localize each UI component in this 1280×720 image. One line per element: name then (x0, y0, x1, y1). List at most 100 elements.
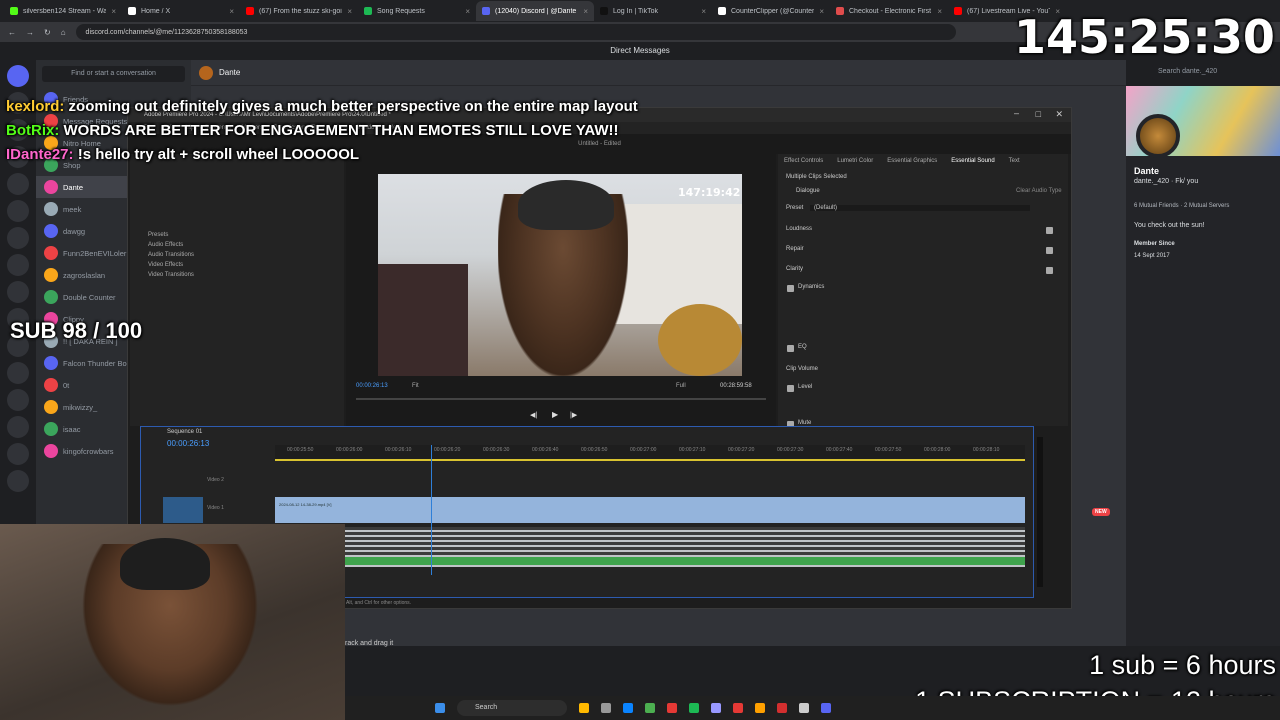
server-icon[interactable] (7, 173, 29, 195)
chat-message: IDante27: !s hello try alt + scroll whee… (6, 143, 646, 167)
browser-tab[interactable]: Log In | TikTok × (594, 1, 712, 21)
find-conversation-input[interactable]: Find or start a conversation (42, 66, 185, 82)
forward-icon[interactable]: → (26, 28, 34, 37)
checkbox[interactable] (787, 385, 794, 392)
video-timestamp: 147:19:42 (678, 186, 741, 199)
browser-tab[interactable]: Home / X × (122, 1, 240, 21)
preset-dropdown[interactable]: (Default) (810, 205, 1030, 211)
clear-audio-type-button[interactable]: Clear Audio Type (1016, 188, 1062, 194)
profile-avatar (1136, 114, 1180, 158)
dialogue-label: Dialogue (796, 188, 820, 194)
effects-folder[interactable]: Audio Transitions (148, 252, 194, 258)
checkbox[interactable] (1046, 247, 1053, 254)
panel-tab[interactable]: Effect Controls (784, 158, 823, 164)
track-v1-header[interactable] (163, 497, 203, 523)
premiere-icon[interactable] (711, 703, 721, 713)
maximize-icon[interactable]: □ (1036, 109, 1041, 119)
settings-icon[interactable] (601, 703, 611, 713)
discord-icon[interactable] (821, 703, 831, 713)
browser-tab[interactable]: silversben124 Stream - Watch × (4, 1, 122, 21)
ruler-tick-label: 00:00:27:10 (679, 447, 706, 453)
effects-folder[interactable]: Video Transitions (148, 272, 194, 278)
close-icon[interactable]: ✕ (1055, 109, 1063, 120)
video-chair (378, 264, 468, 376)
playhead[interactable] (431, 445, 432, 575)
play-icon[interactable]: ▶ (552, 410, 558, 419)
step-forward-icon[interactable]: |▶ (570, 411, 577, 419)
sequence-tab[interactable]: Sequence 01 (167, 429, 202, 435)
clip-name: 2024-08-12 14-38-29.mp4 [V] (279, 502, 332, 507)
server-icon[interactable] (7, 443, 29, 465)
scrub-bar[interactable] (356, 398, 766, 400)
app-icon[interactable] (645, 703, 655, 713)
windows-taskbar: Search (345, 696, 1280, 720)
profile-name: Dante (1134, 166, 1160, 176)
resolution-dropdown[interactable]: Full (676, 383, 686, 389)
time-ruler[interactable]: 00:00:25:50 00:00:26:00 00:00:26:10 00:00:2… (275, 445, 1025, 459)
back-icon[interactable]: ← (8, 28, 16, 37)
app-icon[interactable] (733, 703, 743, 713)
browser-tab[interactable]: Song Requests × (358, 1, 476, 21)
close-tab-icon[interactable]: × (229, 7, 234, 16)
browser-tab[interactable]: (67) From the stuzz ski-goin × (240, 1, 358, 21)
checkbox[interactable] (787, 285, 794, 292)
windows-start-icon[interactable] (435, 703, 445, 713)
home-icon[interactable]: ⌂ (61, 28, 66, 37)
close-tab-icon[interactable]: × (937, 7, 942, 16)
profile-mutuals[interactable]: 6 Mutual Friends · 2 Mutual Servers (1134, 203, 1229, 209)
search-input[interactable]: Search dante._420 (1152, 64, 1272, 80)
app-icon[interactable] (799, 703, 809, 713)
minimize-icon[interactable]: – (1014, 108, 1019, 118)
monitor-timecode[interactable]: 00:00:26:13 (356, 383, 388, 389)
panel-tab[interactable]: Text (1009, 158, 1020, 164)
edge-icon[interactable] (623, 703, 633, 713)
server-icon[interactable] (7, 227, 29, 249)
step-back-icon[interactable]: ◀| (530, 411, 537, 419)
server-icon[interactable] (7, 470, 29, 492)
close-tab-icon[interactable]: × (347, 7, 352, 16)
checkbox[interactable] (1046, 267, 1053, 274)
checkbox[interactable] (1046, 227, 1053, 234)
close-tab-icon[interactable]: × (465, 7, 470, 16)
effects-folder[interactable]: Audio Effects (148, 242, 183, 248)
server-icon[interactable] (7, 200, 29, 222)
discord-home-icon[interactable] (7, 65, 29, 87)
effects-folder[interactable]: Video Effects (148, 262, 183, 268)
panel-tab[interactable]: Essential Graphics (887, 158, 937, 164)
panel-tab[interactable]: Lumetri Color (837, 158, 873, 164)
video-clip[interactable]: 2024-08-12 14-38-29.mp4 [V] (275, 497, 1025, 523)
chrome-icon[interactable] (755, 703, 765, 713)
address-bar[interactable]: discord.com/channels/@me/112362875035818… (75, 24, 956, 40)
avatar (44, 202, 58, 216)
taskbar-search[interactable]: Search (457, 700, 567, 716)
dm-item-label: mikwizzy_ (63, 402, 98, 412)
tab-label: Home / X (141, 7, 171, 15)
spotify-icon[interactable] (689, 703, 699, 713)
server-icon[interactable] (7, 389, 29, 411)
reload-icon[interactable]: ↻ (44, 28, 51, 37)
checkbox[interactable] (787, 345, 794, 352)
server-icon[interactable] (7, 254, 29, 276)
browser-tab[interactable]: Checkout - Electronic First × (830, 1, 948, 21)
dm-item-label: Dante (63, 182, 84, 192)
sequence-timecode[interactable]: 00:00:26:13 (167, 439, 209, 448)
close-tab-icon[interactable]: × (111, 7, 116, 16)
browser-tab[interactable]: (12040) Discord | @Dante × (476, 1, 594, 21)
app-icon[interactable] (777, 703, 787, 713)
server-icon[interactable] (7, 362, 29, 384)
server-icon[interactable] (7, 281, 29, 303)
app-icon[interactable] (667, 703, 677, 713)
file-explorer-icon[interactable] (579, 703, 589, 713)
effects-folder[interactable]: Presets (148, 232, 168, 238)
work-area-bar[interactable] (275, 459, 1025, 461)
panel-tab[interactable]: Essential Sound (951, 158, 994, 164)
fit-dropdown[interactable]: Fit (412, 383, 419, 389)
webcam-hat (120, 538, 210, 590)
close-tab-icon[interactable]: × (583, 7, 588, 16)
close-tab-icon[interactable]: × (701, 7, 706, 16)
browser-tab[interactable]: CounterClipper (@CounterCli × (712, 1, 830, 21)
server-icon[interactable] (7, 416, 29, 438)
close-tab-icon[interactable]: × (819, 7, 824, 16)
favicon-icon (836, 7, 844, 15)
essential-sound-panel: Effect Controls Lumetri Color Essential Gr… (778, 154, 1068, 428)
